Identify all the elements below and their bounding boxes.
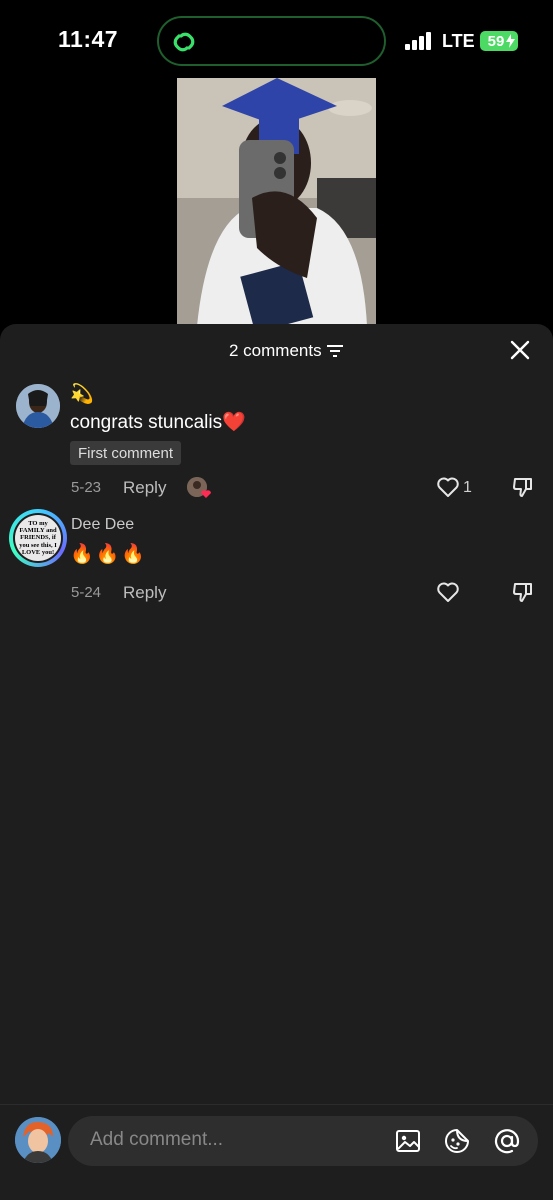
battery-charging-icon [506,34,515,48]
username-emoji: 💫 [70,384,94,405]
heart-emoji: ❤️ [222,412,246,433]
reply-button[interactable]: Reply [123,478,166,498]
dislike-icon[interactable] [511,580,535,604]
network-label: LTE [442,31,475,51]
heart-badge-icon [201,490,211,498]
like-heart-icon[interactable] [436,476,460,498]
close-icon[interactable] [509,339,531,361]
signal-icon [405,32,433,50]
comments-count[interactable]: 2 comments [229,341,322,361]
dislike-icon[interactable] [511,475,535,499]
status-time: 11:47 [58,26,119,52]
comment-date: 5-23 [71,479,102,496]
sort-icon[interactable] [327,344,343,358]
reply-button[interactable]: Reply [123,583,166,603]
comment-input-bar: Add comment... [0,1104,553,1200]
sticker-icon[interactable] [443,1127,471,1155]
video-frame-image [177,78,376,326]
first-comment-badge: First comment [70,441,182,465]
current-user-avatar [15,1117,61,1163]
status-bar: 11:47 LTE 59 [0,0,553,78]
comment-input-placeholder: Add comment... [90,1129,224,1150]
comment-text: congrats stuncalis❤️ [70,410,246,434]
comment-date: 5-24 [71,584,102,601]
panel-header: 2 comments [0,324,553,376]
avatar-text: TO my FAMILY and FRIENDS, if you see thi… [15,515,61,561]
creator-liked-avatar [187,477,211,498]
comment-input[interactable]: Add comment... [68,1116,538,1166]
image-icon[interactable] [394,1127,422,1155]
avatar[interactable] [16,384,60,428]
comment-username[interactable]: Dee Dee [71,516,134,534]
like-count: 1 [463,479,472,496]
dynamic-island[interactable] [157,16,386,66]
screen: 11:47 LTE 59 2 comments 💫 congrats stunc… [0,0,553,1200]
comments-panel: 2 comments 💫 congrats stuncalis❤️ First … [0,324,553,1200]
battery-level: 59 [487,32,505,50]
mention-icon[interactable] [493,1127,521,1155]
link-icon [173,32,195,52]
comment-text-body: congrats stuncalis [70,412,223,433]
video-thumbnail[interactable] [177,78,376,326]
like-heart-icon[interactable] [436,581,460,603]
comment-text: 🔥🔥🔥 [70,544,147,565]
battery-indicator: 59 [480,31,518,51]
avatar[interactable]: TO my FAMILY and FRIENDS, if you see thi… [9,509,67,567]
